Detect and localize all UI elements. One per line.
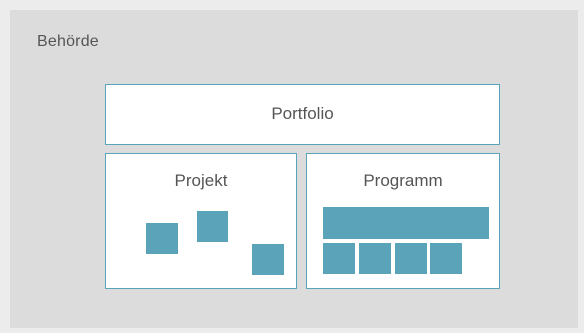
program-label: Programm	[363, 171, 443, 190]
project-square	[252, 244, 284, 275]
project-box: Projekt	[105, 153, 297, 289]
portfolio-box: Portfolio	[105, 84, 500, 145]
program-square	[323, 243, 355, 274]
project-square	[197, 211, 228, 242]
agency-label: Behörde	[37, 33, 99, 50]
diagram-canvas: Behörde Portfolio Projekt Programm	[0, 0, 584, 333]
program-square	[359, 243, 391, 274]
program-box: Programm	[306, 153, 500, 289]
project-square	[146, 223, 178, 254]
program-bar	[323, 207, 489, 239]
program-square	[395, 243, 427, 274]
project-label: Projekt	[174, 171, 228, 190]
program-square	[430, 243, 462, 274]
portfolio-label: Portfolio	[271, 104, 334, 123]
